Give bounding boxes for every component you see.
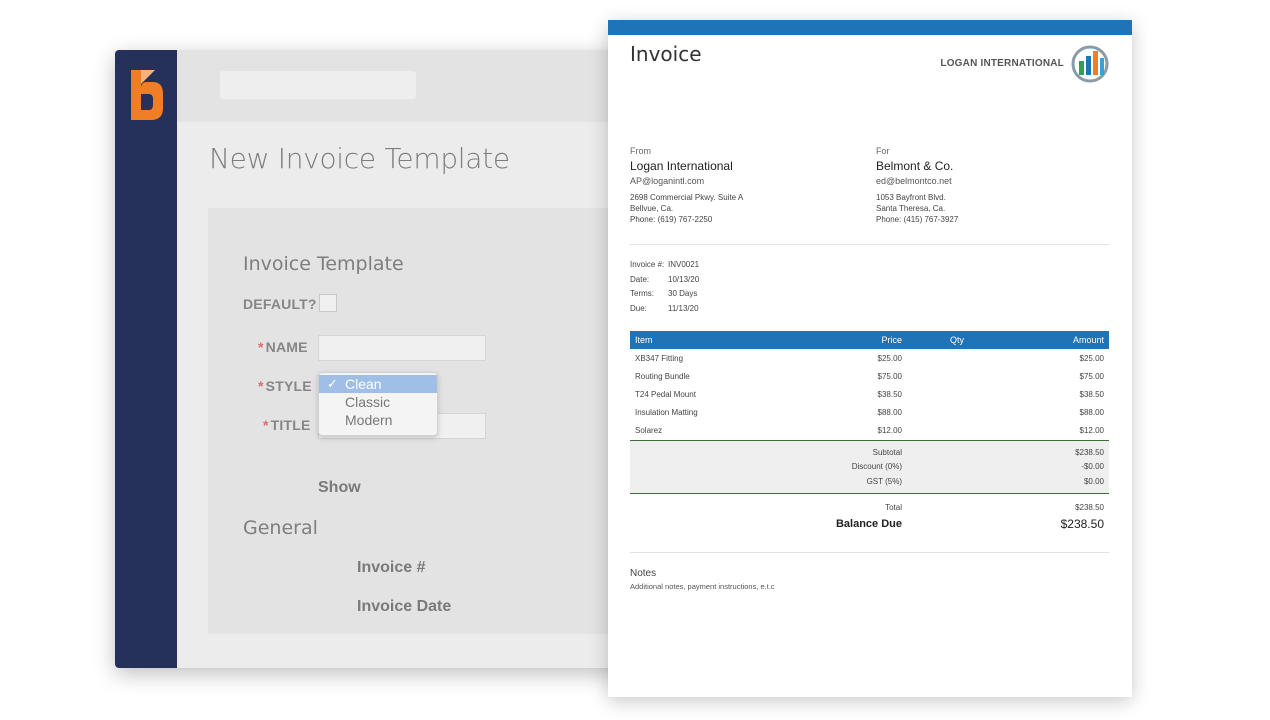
grand-totals: Total $238.50 Balance Due $238.50: [630, 501, 1109, 534]
meta-row: Date: 10/13/20: [630, 274, 700, 284]
table-row: Insulation Matting $88.00 $88.00: [635, 407, 1104, 417]
subtotal-row: Subtotal $238.50: [872, 447, 1104, 457]
total-row: Total $238.50: [885, 503, 1104, 513]
show-label: Show: [318, 479, 361, 496]
app-window: New Invoice Template Invoice Template DE…: [115, 50, 655, 668]
table-row: T24 Pedal Mount $38.50 $38.50: [635, 389, 1104, 399]
notes-title: Notes: [630, 568, 657, 579]
invoice-meta: Invoice #: INV0021 Date: 10/13/20 Terms: 30…: [630, 260, 699, 318]
company-name: LOGAN INTERNATIONAL: [940, 58, 1064, 69]
name-label: * NAME: [258, 339, 308, 355]
title-label: * TITLE: [263, 417, 311, 433]
for-address-line2: Santa Theresa, Ca.: [876, 204, 946, 213]
from-email: AP@loganintl.com: [630, 176, 705, 186]
template-form: Invoice Template DEFAULT? * NAME * STYLE *…: [208, 208, 655, 634]
sidebar: [115, 50, 177, 668]
top-bar: [177, 50, 655, 122]
meta-row: Due: 11/13/20: [630, 303, 699, 313]
page-title: New Invoice Template: [209, 142, 510, 175]
from-name: Logan International: [630, 159, 733, 173]
table-row: Routing Bundle $75.00 $75.00: [635, 371, 1104, 381]
divider: [630, 244, 1109, 245]
table-row: Solarez $12.00 $12.00: [635, 425, 1104, 435]
for-label: For: [876, 146, 890, 156]
for-address-line1: 1053 Bayfront Blvd.: [876, 193, 946, 202]
invoice-preview: Invoice LOGAN INTERNATIONAL From Logan I…: [608, 20, 1132, 697]
general-item-invoice-date: Invoice Date: [357, 598, 452, 615]
app-logo[interactable]: [129, 68, 165, 122]
for-email: ed@belmontco.net: [876, 176, 952, 186]
style-dropdown[interactable]: ✓ Clean Classic Modern: [318, 372, 438, 436]
style-option-modern[interactable]: Modern: [319, 411, 437, 429]
invoice-accent-bar: [608, 20, 1132, 35]
general-item-invoice-number: Invoice #: [357, 559, 426, 576]
main-content: New Invoice Template Invoice Template DE…: [177, 122, 655, 668]
subtotals-box: Subtotal $238.50 Discount (0%) -$0.00 GST …: [630, 440, 1109, 494]
for-block: For Belmont & Co. ed@belmontco.net 1053 …: [876, 146, 1096, 225]
style-option-classic[interactable]: Classic: [319, 393, 437, 411]
meta-row: Invoice #: INV0021: [630, 260, 700, 269]
table-header: Item Price Qty Amount: [630, 331, 1109, 349]
balance-due-row: Balance Due $238.50: [835, 517, 1104, 531]
section-title-general: General: [243, 517, 318, 539]
section-title-invoice-template: Invoice Template: [243, 253, 404, 275]
from-block: From Logan International AP@loganintl.co…: [630, 146, 850, 225]
from-address-line2: Bellvue, Ca.: [630, 204, 674, 213]
default-checkbox[interactable]: [319, 294, 337, 312]
tax-row: GST (5%) $0.00: [866, 476, 1104, 486]
notes-section: Notes Additional notes, payment instruct…: [630, 568, 775, 591]
from-phone: Phone: (619) 767-2250: [630, 215, 713, 224]
invoice-title: Invoice: [630, 42, 702, 66]
meta-row: Terms: 30 Days: [630, 289, 698, 298]
from-address-line1: 2698 Commercial Pkwy. Suite A: [630, 193, 744, 202]
for-name: Belmont & Co.: [876, 159, 954, 173]
notes-text: Additional notes, payment instructions, …: [630, 582, 775, 591]
line-items-table: Item Price Qty Amount XB347 Fitting $25.0…: [630, 331, 1109, 533]
style-label: * STYLE: [258, 378, 312, 394]
divider: [630, 552, 1109, 553]
from-label: From: [630, 146, 651, 156]
check-icon: ✓: [327, 376, 338, 391]
for-phone: Phone: (415) 767-3927: [876, 215, 959, 224]
company-logo-icon: [1071, 45, 1109, 83]
table-row: XB347 Fitting $25.00 $25.00: [635, 353, 1104, 363]
style-option-clean[interactable]: ✓ Clean: [319, 375, 437, 393]
discount-row: Discount (0%) -$0.00: [851, 462, 1104, 472]
search-input[interactable]: [220, 71, 416, 99]
name-input[interactable]: [318, 335, 486, 361]
default-label: DEFAULT?: [243, 296, 317, 312]
